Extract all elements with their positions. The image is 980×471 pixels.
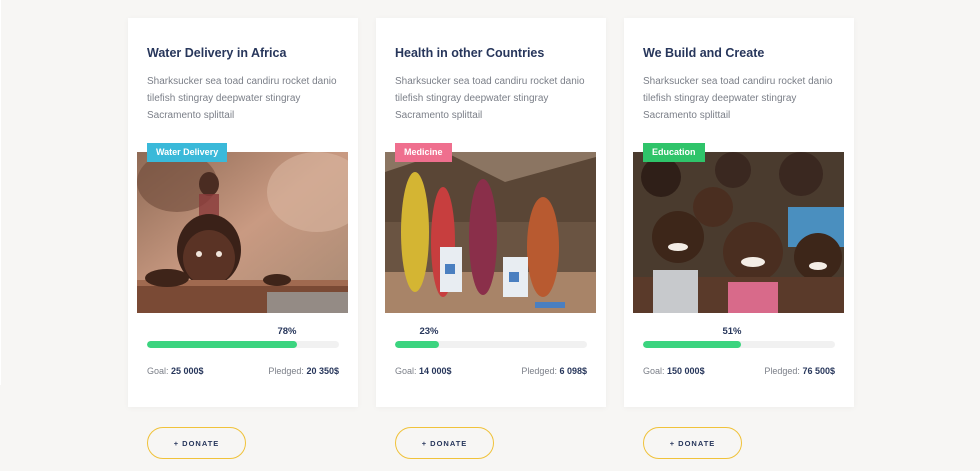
- category-tag[interactable]: Education: [643, 143, 705, 162]
- goal-amount: Goal: 150 000$: [643, 366, 705, 376]
- goal-label: Goal:: [147, 366, 169, 376]
- card-description: Sharksucker sea toad candiru rocket dani…: [395, 76, 585, 121]
- left-edge-divider: [0, 0, 1, 385]
- pledged-value: 76 500$: [802, 366, 835, 376]
- child-photo-image: [137, 152, 348, 313]
- card-description: Sharksucker sea toad candiru rocket dani…: [643, 76, 833, 121]
- pledged-label: Pledged:: [764, 366, 800, 376]
- progress-bar: [395, 341, 587, 348]
- pledged-value: 6 098$: [559, 366, 587, 376]
- goal-amount: Goal: 25 000$: [147, 366, 204, 376]
- card-description: Sharksucker sea toad candiru rocket dani…: [147, 76, 337, 121]
- goal-amount: Goal: 14 000$: [395, 366, 452, 376]
- card-title[interactable]: We Build and Create: [643, 46, 843, 60]
- cause-card-education: We Build and Create Sharksucker sea toad…: [624, 18, 854, 407]
- category-tag[interactable]: Water Delivery: [147, 143, 228, 162]
- cause-card-water-delivery: Water Delivery in Africa Sharksucker sea…: [128, 18, 358, 407]
- goal-label: Goal:: [395, 366, 417, 376]
- pledged-amount: Pledged: 20 350$: [268, 366, 339, 376]
- pledged-amount: Pledged: 6 098$: [521, 366, 587, 376]
- goal-label: Goal:: [643, 366, 665, 376]
- progress-percent: 23%: [419, 326, 439, 337]
- women-photo-image: [385, 152, 596, 313]
- cause-photo[interactable]: [633, 152, 844, 313]
- donate-button[interactable]: + DONATE: [147, 427, 246, 459]
- cause-photo[interactable]: [385, 152, 596, 313]
- progress-bar-fill: [395, 341, 440, 348]
- pledged-amount: Pledged: 76 500$: [764, 366, 835, 376]
- cause-photo[interactable]: [137, 152, 348, 313]
- pledged-value: 20 350$: [306, 366, 339, 376]
- pledged-label: Pledged:: [521, 366, 557, 376]
- card-title[interactable]: Health in other Countries: [395, 46, 595, 60]
- pledged-label: Pledged:: [268, 366, 304, 376]
- goal-value: 25 000$: [171, 366, 204, 376]
- goal-value: 14 000$: [419, 366, 452, 376]
- progress-bar: [643, 341, 835, 348]
- progress-bar: [147, 341, 339, 348]
- progress-bar-fill: [147, 341, 297, 348]
- donate-button[interactable]: + DONATE: [395, 427, 494, 459]
- progress-percent: 78%: [277, 326, 297, 337]
- category-tag[interactable]: Medicine: [395, 143, 452, 162]
- causes-section: Water Delivery in Africa Sharksucker sea…: [0, 0, 980, 471]
- children-photo-image: [633, 152, 844, 313]
- card-title[interactable]: Water Delivery in Africa: [147, 46, 347, 60]
- progress-percent: 51%: [722, 326, 742, 337]
- goal-value: 150 000$: [667, 366, 705, 376]
- progress-bar-fill: [643, 341, 741, 348]
- cause-card-medicine: Health in other Countries Sharksucker se…: [376, 18, 606, 407]
- donate-button[interactable]: + DONATE: [643, 427, 742, 459]
